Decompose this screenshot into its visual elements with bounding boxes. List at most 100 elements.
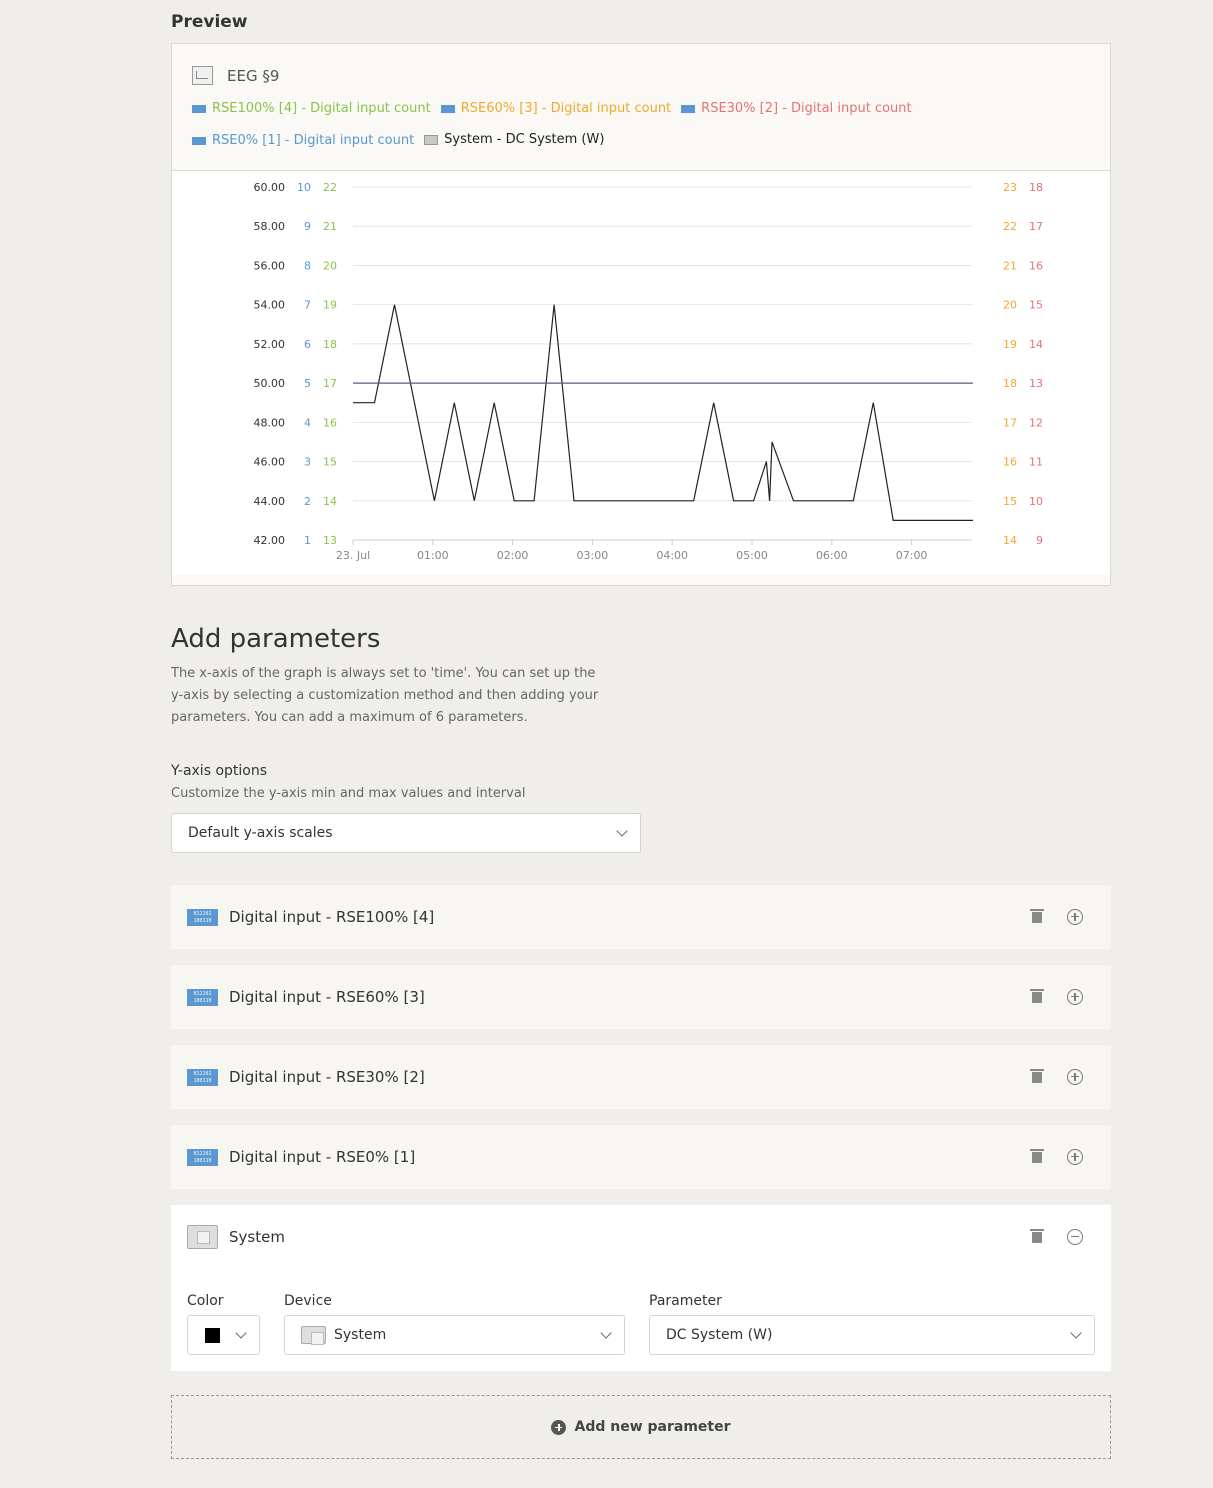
digital-input-icon: 011101 100110 (187, 988, 218, 1006)
expand-plus-icon[interactable] (1067, 909, 1083, 925)
y-tick-label: 14 (1029, 338, 1043, 351)
system-parameter-header[interactable]: System (171, 1205, 1111, 1269)
x-tick-label: 01:00 (417, 549, 449, 562)
y-tick-label: 1 (304, 534, 311, 547)
expand-plus-icon[interactable] (1067, 989, 1083, 1005)
chart-title: EEG §9 (227, 66, 280, 85)
add-parameters-title: Add parameters (171, 624, 381, 654)
y-tick-label: 16 (323, 416, 337, 429)
y-axis-options-label: Y-axis options (171, 763, 268, 779)
system-device-icon (301, 1326, 326, 1345)
parameter-row[interactable]: 011101 100110 Digital input - RSE100% [4] (171, 885, 1111, 949)
trash-icon[interactable] (1030, 1149, 1044, 1163)
device-label: Device (284, 1293, 332, 1309)
y-tick-label: 17 (323, 377, 337, 390)
legend-label: RSE100% [4] - Digital input count (212, 101, 431, 116)
digital-input-icon (681, 105, 696, 113)
y-tick-label: 23 (1003, 181, 1017, 194)
trash-icon[interactable] (1030, 1069, 1044, 1083)
chart-legend: RSE100% [4] - Digital input count RSE60% … (192, 94, 1092, 157)
chart-title-row: EEG §9 (192, 66, 279, 85)
line-chart: 60.00 58.00 56.00 54.00 52.00 50.00 48.00 46.00… (254, 181, 1044, 562)
y-tick-label: 10 (1029, 495, 1043, 508)
y-tick-label: 16 (1003, 456, 1017, 469)
y-axis-options-help: Customize the y-axis min and max values … (171, 786, 526, 801)
y-tick-label: 46.00 (254, 456, 286, 469)
parameter-value: DC System (W) (666, 1327, 773, 1343)
y-tick-label: 54.00 (254, 299, 286, 312)
y-tick-label: 56.00 (254, 259, 286, 272)
chevron-down-icon (616, 825, 628, 837)
trash-icon[interactable] (1030, 909, 1044, 923)
legend-item[interactable]: RSE0% [1] - Digital input count (192, 126, 414, 156)
parameter-name: System (229, 1228, 285, 1246)
parameter-row[interactable]: 011101 100110 Digital input - RSE30% [2] (171, 1045, 1111, 1109)
device-select[interactable]: System (284, 1315, 625, 1355)
x-tick-label: 07:00 (896, 549, 928, 562)
chart-header: EEG §9 RSE100% [4] - Digital input count… (172, 44, 1110, 171)
legend-item[interactable]: RSE60% [3] - Digital input count (440, 94, 672, 124)
trash-icon[interactable] (1030, 989, 1044, 1003)
digital-input-icon (192, 105, 206, 113)
y-tick-label: 44.00 (254, 495, 286, 508)
collapse-minus-icon[interactable] (1067, 1229, 1083, 1245)
y-tick-label: 14 (1003, 534, 1017, 547)
preview-heading: Preview (171, 12, 248, 32)
y-tick-label: 12 (1029, 416, 1043, 429)
add-new-parameter-label: Add new parameter (574, 1419, 731, 1435)
x-tick-label: 05:00 (736, 549, 768, 562)
parameter-name: Digital input - RSE0% [1] (229, 1148, 416, 1166)
y-axis-options-select[interactable]: Default y-axis scales (171, 813, 641, 853)
parameter-row[interactable]: 011101 100110 Digital input - RSE0% [1] (171, 1125, 1111, 1189)
legend-item[interactable]: System - DC System (W) (424, 125, 604, 155)
expand-plus-icon[interactable] (1067, 1149, 1083, 1165)
y-tick-label: 22 (1003, 220, 1017, 233)
y-tick-label: 16 (1029, 259, 1043, 272)
x-tick-label: 06:00 (816, 549, 848, 562)
y-tick-label: 48.00 (254, 416, 286, 429)
y-tick-label: 50.00 (254, 377, 286, 390)
x-tick-label: 04:00 (656, 549, 688, 562)
legend-label: RSE0% [1] - Digital input count (212, 133, 415, 148)
digital-input-icon (440, 105, 455, 113)
y-tick-label: 20 (1003, 299, 1017, 312)
y-tick-label: 18 (1003, 377, 1017, 390)
y-tick-label: 6 (304, 338, 311, 351)
y-tick-label: 14 (323, 495, 337, 508)
y-tick-label: 21 (323, 220, 337, 233)
expand-plus-icon[interactable] (1067, 1069, 1083, 1085)
color-swatch (205, 1328, 220, 1343)
digital-input-icon: 011101 100110 (187, 1068, 218, 1086)
legend-label: RSE30% [2] - Digital input count (701, 101, 912, 116)
trash-icon[interactable] (1030, 1229, 1044, 1243)
y-tick-label: 15 (1029, 299, 1043, 312)
y-tick-label: 10 (297, 181, 311, 194)
y-tick-label: 13 (323, 534, 337, 547)
parameter-select[interactable]: DC System (W) (649, 1315, 1095, 1355)
y-tick-label: 11 (1029, 456, 1043, 469)
y-tick-label: 5 (304, 377, 311, 390)
y-tick-label: 52.00 (254, 338, 286, 351)
y-tick-label: 60.00 (254, 181, 286, 194)
parameter-label: Parameter (649, 1293, 722, 1309)
y-tick-label: 19 (1003, 338, 1017, 351)
y-tick-label: 42.00 (254, 534, 286, 547)
legend-label: RSE60% [3] - Digital input count (460, 101, 672, 116)
legend-item[interactable]: RSE100% [4] - Digital input count (192, 94, 431, 124)
y-tick-label: 19 (323, 299, 337, 312)
digital-input-icon: 011101 100110 (187, 908, 218, 926)
parameter-row[interactable]: 011101 100110 Digital input - RSE60% [3] (171, 965, 1111, 1029)
digital-input-icon (192, 137, 206, 145)
chart-area: 60.00 58.00 56.00 54.00 52.00 50.00 48.00 46.00… (172, 171, 1110, 575)
y-tick-label: 15 (323, 456, 337, 469)
y-tick-label: 17 (1029, 220, 1043, 233)
y-tick-label: 15 (1003, 495, 1017, 508)
color-picker[interactable] (187, 1315, 260, 1355)
system-device-icon (424, 135, 439, 145)
add-new-parameter-button[interactable]: Add new parameter (171, 1395, 1111, 1459)
y-tick-label: 3 (304, 456, 311, 469)
color-label: Color (187, 1293, 224, 1309)
chevron-down-icon (1070, 1327, 1082, 1339)
legend-item[interactable]: RSE30% [2] - Digital input count (681, 94, 912, 124)
system-device-icon (187, 1225, 218, 1249)
